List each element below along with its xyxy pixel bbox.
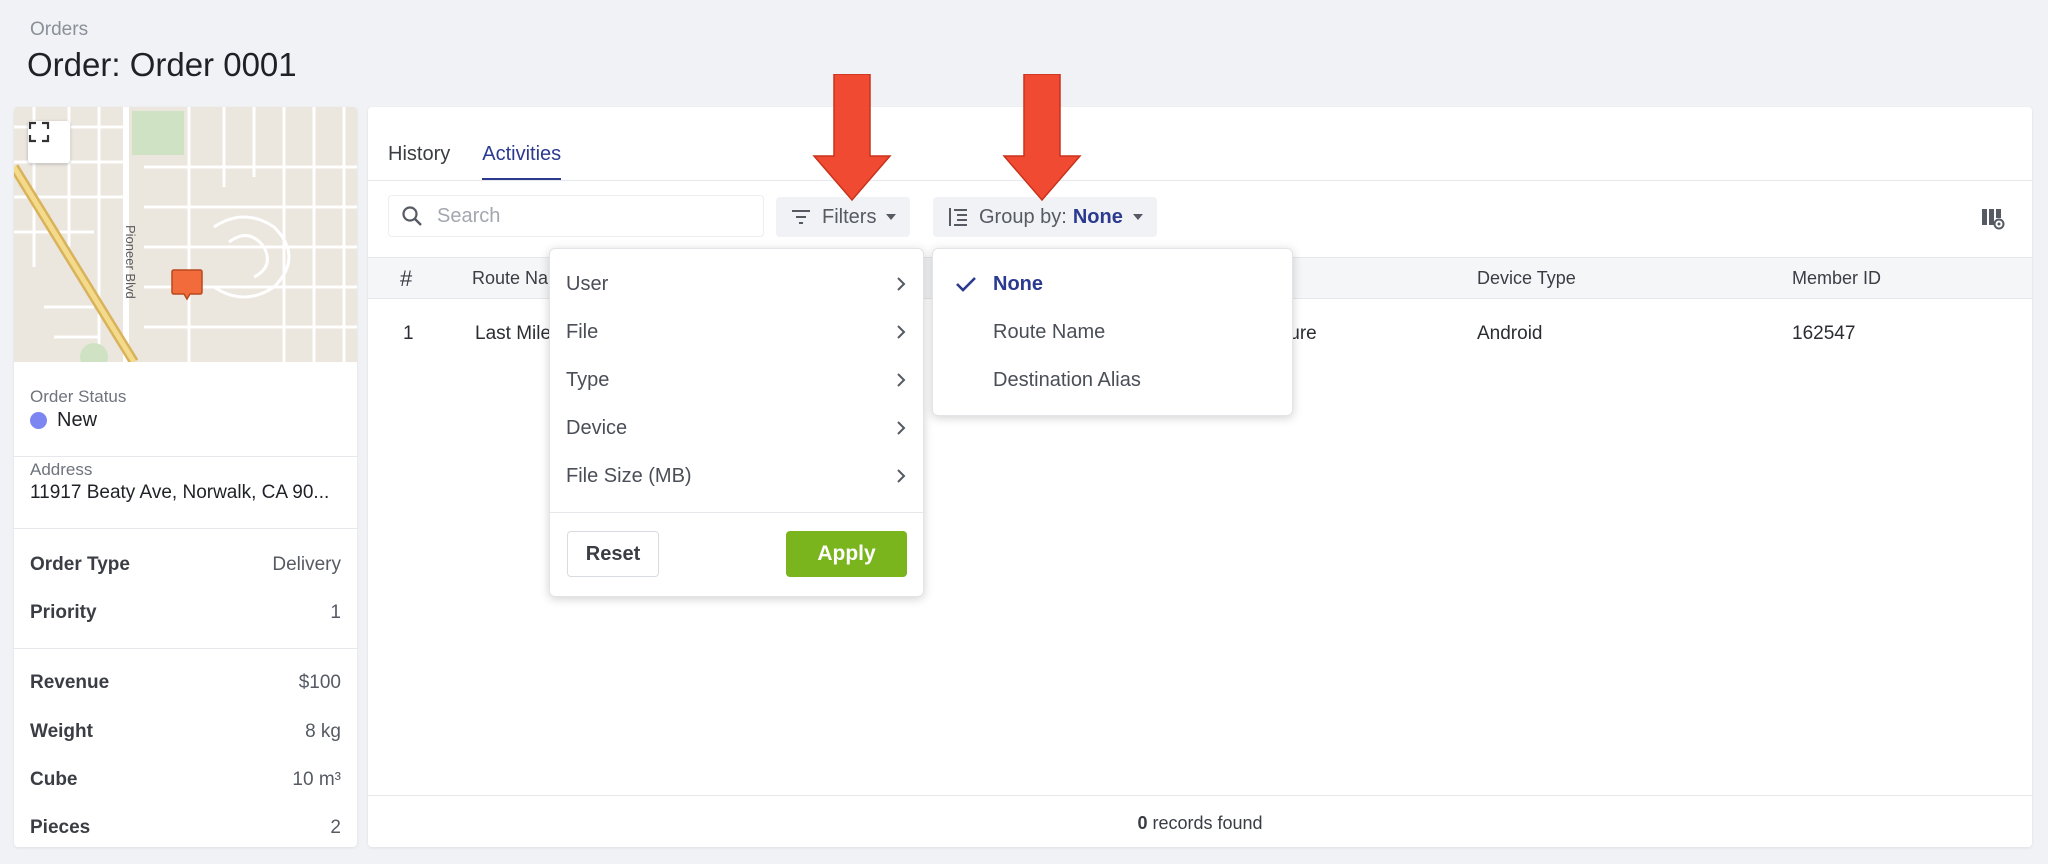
filter-item-file[interactable]: File [566, 317, 907, 347]
filter-item-label: Device [566, 416, 628, 439]
group-by-icon [949, 208, 967, 226]
page-title: Order: Order 0001 [27, 46, 297, 83]
column-header-device-type[interactable]: Device Type [1477, 268, 1576, 289]
order-status-value: New [57, 409, 98, 431]
group-by-label: Group by: [979, 205, 1067, 228]
map-street-label: Pioneer Blvd [123, 225, 138, 299]
row-number: 1 [403, 323, 414, 344]
weight-key: Weight [30, 721, 93, 742]
filter-item-label: File [566, 320, 599, 343]
cube-value: 10 m³ [292, 769, 341, 790]
chevron-right-icon [897, 421, 906, 435]
filter-item-type[interactable]: Type [566, 365, 907, 395]
caret-down-icon [886, 214, 897, 220]
filter-item-user[interactable]: User [566, 269, 907, 299]
chevron-right-icon [897, 373, 906, 387]
pieces-value: 2 [330, 817, 341, 838]
row-device-type: Android [1477, 323, 1543, 344]
group-by-value: None [1072, 205, 1123, 228]
address-label: Address [30, 460, 93, 479]
reset-button[interactable]: Reset [567, 531, 659, 577]
filter-item-label: User [566, 272, 609, 295]
column-header-number[interactable]: # [400, 266, 412, 292]
order-type-value: Delivery [272, 554, 341, 575]
order-location-marker-icon[interactable] [171, 268, 203, 302]
filters-button[interactable]: Filters [776, 197, 911, 237]
filter-item-label: Type [566, 368, 610, 391]
filter-icon [792, 210, 810, 224]
revenue-key: Revenue [30, 672, 110, 693]
divider [368, 795, 2032, 796]
group-option-label: None [993, 272, 1043, 295]
divider [14, 528, 357, 529]
divider [14, 456, 357, 457]
search-box [388, 195, 764, 237]
tab-history[interactable]: History [388, 143, 450, 181]
search-input[interactable] [437, 204, 737, 228]
chevron-right-icon [897, 469, 906, 483]
group-option-none[interactable]: None [933, 269, 1292, 299]
order-status: New [30, 409, 97, 432]
order-details-panel: Pioneer Blvd Order Status New Address 11… [14, 107, 357, 847]
records-suffix: records found [1152, 813, 1263, 833]
address-value: 11917 Beaty Ave, Norwalk, CA 90... [30, 482, 330, 503]
filter-item-file-size[interactable]: File Size (MB) [566, 461, 907, 491]
tab-bar: History Activities [388, 143, 562, 181]
group-by-dropdown: None Route Name Destination Alias [932, 248, 1293, 416]
chevron-right-icon [897, 325, 906, 339]
records-found: 0 records found [368, 813, 2032, 834]
tab-activities[interactable]: Activities [482, 143, 562, 181]
checkmark-icon [956, 277, 976, 292]
breadcrumb[interactable]: Orders [30, 19, 88, 41]
order-status-label: Order Status [30, 387, 127, 406]
priority-row: Priority 1 [30, 602, 341, 624]
caret-down-icon [1132, 214, 1143, 220]
group-option-route-name[interactable]: Route Name [933, 317, 1292, 347]
apply-button[interactable]: Apply [786, 531, 907, 577]
cube-key: Cube [30, 769, 78, 790]
group-by-button[interactable]: Group by: None [933, 197, 1157, 237]
pieces-row: Pieces 2 [30, 817, 341, 839]
priority-value: 1 [330, 602, 341, 623]
order-map[interactable]: Pioneer Blvd [14, 107, 357, 362]
chevron-right-icon [897, 277, 906, 291]
weight-value: 8 kg [305, 721, 341, 742]
column-settings-icon[interactable] [1980, 206, 2006, 232]
group-option-destination-alias[interactable]: Destination Alias [933, 365, 1292, 395]
order-type-key: Order Type [30, 554, 130, 575]
divider [550, 512, 923, 513]
records-count: 0 [1137, 813, 1148, 833]
filter-item-label: File Size (MB) [566, 464, 692, 487]
row-route-name: Last Mile [475, 323, 552, 344]
divider [14, 648, 357, 649]
cube-row: Cube 10 m³ [30, 769, 341, 791]
map-expand-button[interactable] [28, 121, 70, 163]
row-member-id: 162547 [1792, 323, 1856, 344]
column-header-member-id[interactable]: Member ID [1792, 268, 1881, 289]
search-icon [402, 206, 422, 226]
annotation-arrow-icon [1002, 74, 1082, 202]
divider [368, 180, 2032, 181]
order-type-row: Order Type Delivery [30, 554, 341, 576]
filters-dropdown: User File Type Device File Size (MB) Res… [549, 248, 924, 597]
filters-label: Filters [822, 205, 877, 228]
revenue-row: Revenue $100 [30, 672, 341, 694]
group-option-label: Destination Alias [993, 368, 1141, 391]
status-dot-icon [30, 412, 47, 429]
annotation-arrow-icon [812, 74, 892, 202]
revenue-value: $100 [298, 672, 341, 693]
priority-key: Priority [30, 602, 97, 623]
pieces-key: Pieces [30, 817, 91, 838]
column-header-route-name[interactable]: Route Na [472, 268, 548, 289]
fullscreen-icon [28, 121, 50, 143]
filter-item-device[interactable]: Device [566, 413, 907, 443]
group-option-label: Route Name [993, 320, 1106, 343]
weight-row: Weight 8 kg [30, 721, 341, 743]
